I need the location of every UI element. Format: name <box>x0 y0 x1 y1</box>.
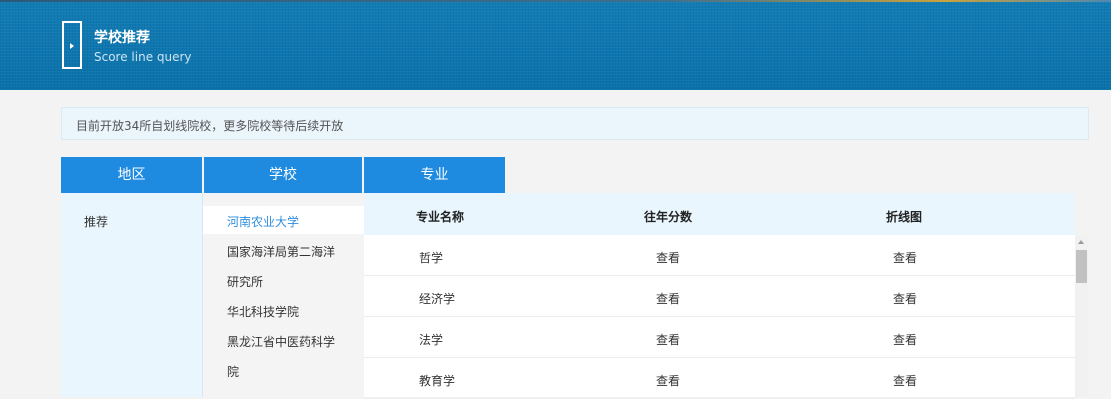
major-name: 哲学 <box>419 251 444 265</box>
bookmark-icon <box>62 21 82 69</box>
table-row: 法学 查看 查看 <box>364 318 1075 358</box>
view-scores-link[interactable]: 查看 <box>656 372 680 389</box>
view-chart-link[interactable]: 查看 <box>893 249 917 266</box>
school-item[interactable]: 华北科技学院 <box>227 303 299 320</box>
table-header: 专业名称 往年分数 折线图 <box>364 193 1075 235</box>
scrollbar-thumb[interactable] <box>1076 250 1087 283</box>
region-list: 推荐 <box>61 193 203 397</box>
page-subtitle: Score line query <box>94 50 192 64</box>
table-row: 教育学 查看 查看 <box>364 359 1075 399</box>
column-header-past-scores: 往年分数 <box>644 210 693 224</box>
major-table: 专业名称 往年分数 折线图 哲学 查看 查看 经济学 查看 查看 法学 查看 查… <box>364 193 1075 399</box>
page-title: 学校推荐 <box>94 30 150 46</box>
school-item-selected[interactable]: 河南农业大学 <box>203 206 364 234</box>
major-name: 教育学 <box>419 374 456 388</box>
table-row: 哲学 查看 查看 <box>364 236 1075 276</box>
tab-school[interactable]: 学校 <box>204 157 362 193</box>
table-scrollbar[interactable] <box>1075 236 1088 397</box>
school-item[interactable]: 国家海洋局第二海洋 <box>227 243 335 260</box>
view-chart-link[interactable]: 查看 <box>893 331 917 348</box>
view-scores-link[interactable]: 查看 <box>656 249 680 266</box>
school-list: 河南农业大学 国家海洋局第二海洋 研究所 华北科技学院 黑龙江省中医药科学 院 <box>203 193 364 397</box>
view-scores-link[interactable]: 查看 <box>656 331 680 348</box>
header-top-stripe <box>0 0 1111 2</box>
column-header-line-chart: 折线图 <box>886 210 923 224</box>
view-chart-link[interactable]: 查看 <box>893 372 917 389</box>
school-item[interactable]: 研究所 <box>227 273 263 290</box>
school-item[interactable]: 院 <box>227 363 239 380</box>
tab-major[interactable]: 专业 <box>364 157 505 193</box>
page-header: 学校推荐 Score line query <box>0 0 1111 90</box>
view-scores-link[interactable]: 查看 <box>656 290 680 307</box>
major-name: 经济学 <box>419 292 456 306</box>
table-row: 经济学 查看 查看 <box>364 277 1075 317</box>
notice-bar: 目前开放34所自划线院校，更多院校等待后续开放 <box>61 107 1089 140</box>
region-item-recommended[interactable]: 推荐 <box>84 213 108 230</box>
scroll-up-arrow-icon[interactable] <box>1078 240 1084 244</box>
tab-region[interactable]: 地区 <box>61 157 202 193</box>
school-item[interactable]: 黑龙江省中医药科学 <box>227 333 335 350</box>
major-name: 法学 <box>419 333 444 347</box>
view-chart-link[interactable]: 查看 <box>893 290 917 307</box>
column-header-major-name: 专业名称 <box>416 210 465 224</box>
